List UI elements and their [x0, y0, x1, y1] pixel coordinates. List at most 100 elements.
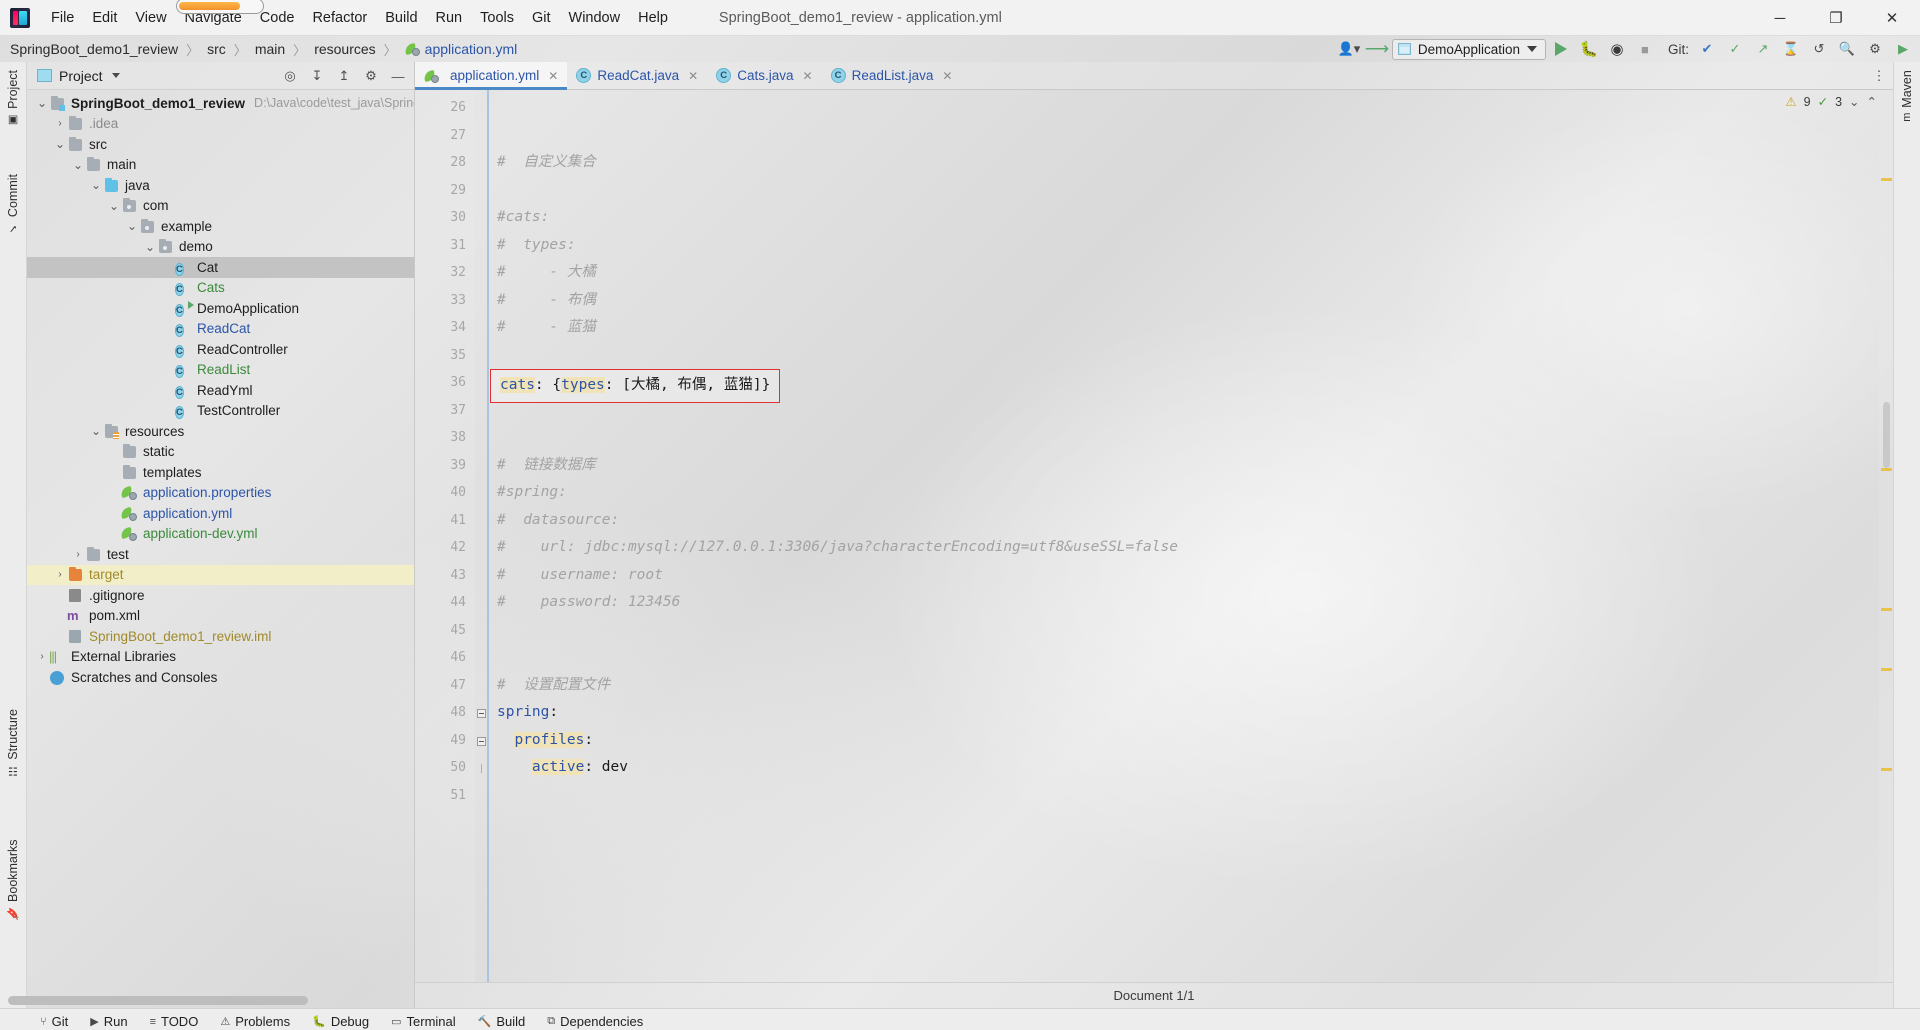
- tool-window-terminal[interactable]: ▭ Terminal: [381, 1012, 466, 1030]
- tool-strip-structure[interactable]: ☷ Structure: [6, 709, 20, 778]
- tree-node-java[interactable]: ⌄ java: [27, 175, 414, 196]
- tree-node-readyml[interactable]: C ReadYml: [27, 380, 414, 401]
- breadcrumb-item-resources[interactable]: resources: [314, 41, 375, 57]
- chevron-up-icon[interactable]: ⌃: [1867, 94, 1877, 109]
- menu-edit[interactable]: Edit: [83, 6, 126, 30]
- chevron-down-icon[interactable]: ⌄: [107, 200, 121, 212]
- menu-run[interactable]: Run: [427, 6, 472, 30]
- checkmark-icon[interactable]: ✓: [1722, 37, 1748, 61]
- tree-node-templates[interactable]: templates: [27, 462, 414, 483]
- close-tab-icon[interactable]: ✕: [803, 69, 813, 83]
- code-line[interactable]: [497, 94, 1893, 122]
- more-options-icon[interactable]: ⋮: [1867, 64, 1891, 88]
- history-icon[interactable]: ⌛: [1778, 37, 1804, 61]
- chevron-down-icon[interactable]: ⌄: [53, 138, 67, 150]
- menu-file[interactable]: File: [42, 6, 83, 30]
- chevron-right-icon[interactable]: ›: [53, 118, 67, 129]
- chevron-down-icon[interactable]: ⌄: [125, 220, 139, 232]
- tool-window-build[interactable]: 🔨 Build: [468, 1012, 536, 1030]
- tree-node-readlist[interactable]: C ReadList: [27, 360, 414, 381]
- breadcrumb-item-src[interactable]: src: [207, 41, 226, 57]
- code-line[interactable]: [497, 782, 1893, 810]
- code-line[interactable]: # - 大橘: [497, 259, 1893, 287]
- code-line[interactable]: # - 布偶: [497, 287, 1893, 315]
- tree-node-springboot-demo1-review-iml[interactable]: SpringBoot_demo1_review.iml: [27, 626, 414, 647]
- tree-node-demo[interactable]: ⌄ demo: [27, 237, 414, 258]
- menu-git[interactable]: Git: [523, 6, 560, 30]
- tree-node-pom-xml[interactable]: m pom.xml: [27, 606, 414, 627]
- chevron-down-icon[interactable]: ⌄: [143, 241, 157, 253]
- warning-marker[interactable]: [1881, 468, 1892, 471]
- tree-node-external-libraries[interactable]: › ||| External Libraries: [27, 647, 414, 668]
- code-line[interactable]: active: dev: [497, 754, 1893, 782]
- code-line[interactable]: [497, 424, 1893, 452]
- chevron-right-icon[interactable]: ›: [71, 549, 85, 560]
- code-line[interactable]: [497, 122, 1893, 150]
- project-tree[interactable]: ⌄ SpringBoot_demo1_review D:\Java\code\tes…: [27, 90, 414, 1008]
- tree-node-application-properties[interactable]: application.properties: [27, 483, 414, 504]
- tree-node-springboot-demo1-review[interactable]: ⌄ SpringBoot_demo1_review D:\Java\code\tes…: [27, 93, 414, 114]
- chevron-down-icon[interactable]: [111, 73, 120, 78]
- tree-node-gitignore[interactable]: .gitignore: [27, 585, 414, 606]
- code-line[interactable]: # url: jdbc:mysql://127.0.0.1:3306/java?…: [497, 534, 1893, 562]
- hide-panel-icon[interactable]: —: [386, 64, 410, 88]
- code-line[interactable]: # types:: [497, 232, 1893, 260]
- search-icon[interactable]: 🔍: [1834, 37, 1860, 61]
- editor-tab-application-yml[interactable]: application.yml ✕: [415, 62, 568, 90]
- fold-marker[interactable]: [475, 754, 487, 782]
- minimize-button[interactable]: ─: [1752, 0, 1808, 36]
- fold-marker[interactable]: [475, 727, 487, 755]
- inspection-widget[interactable]: ⚠ 9 ✓ 3 ⌄ ⌃: [1785, 94, 1877, 110]
- tree-node-target[interactable]: › target: [27, 564, 414, 585]
- run-icon[interactable]: [1548, 37, 1574, 61]
- code-line[interactable]: [497, 644, 1893, 672]
- run-with-coverage-icon[interactable]: ◉: [1604, 37, 1630, 61]
- code-line[interactable]: # datasource:: [497, 507, 1893, 535]
- code-line[interactable]: # username: root: [497, 562, 1893, 590]
- code-line[interactable]: # - 蓝猫: [497, 314, 1893, 342]
- tool-strip-bookmarks[interactable]: 🔖 Bookmarks: [6, 839, 20, 920]
- tree-node-application-dev-yml[interactable]: application-dev.yml: [27, 524, 414, 545]
- tree-node-cats[interactable]: C Cats: [27, 278, 414, 299]
- tool-window-todo[interactable]: ≡ TODO: [140, 1012, 209, 1030]
- tree-node-readcat[interactable]: C ReadCat: [27, 319, 414, 340]
- editor-tab-cats-java[interactable]: C Cats.java ✕: [707, 62, 821, 89]
- warning-marker[interactable]: [1881, 668, 1892, 671]
- tool-strip-maven[interactable]: m Maven: [1900, 70, 1914, 122]
- tree-node-example[interactable]: ⌄ example: [27, 216, 414, 237]
- editor-tab-readcat-java[interactable]: C ReadCat.java ✕: [567, 62, 707, 89]
- locate-file-icon[interactable]: ◎: [278, 64, 302, 88]
- chevron-down-icon[interactable]: ⌄: [71, 159, 85, 171]
- chevron-right-icon[interactable]: ›: [35, 651, 49, 662]
- code-line[interactable]: [497, 177, 1893, 205]
- close-tab-icon[interactable]: ✕: [688, 69, 698, 83]
- tool-window-git[interactable]: ⑂ Git: [30, 1012, 78, 1030]
- tool-window-run[interactable]: ▶ Run: [80, 1012, 137, 1030]
- tree-node-idea[interactable]: › .idea: [27, 114, 414, 135]
- scrollbar-thumb[interactable]: [1883, 402, 1890, 468]
- close-tab-icon[interactable]: ✕: [942, 69, 952, 83]
- code-line[interactable]: # password: 123456: [497, 589, 1893, 617]
- commit-icon[interactable]: ✔: [1694, 37, 1720, 61]
- menu-window[interactable]: Window: [560, 6, 630, 30]
- maximize-button[interactable]: ❐: [1808, 0, 1864, 36]
- update-project-icon[interactable]: ⟶: [1364, 37, 1390, 61]
- collapse-all-icon[interactable]: ↥: [332, 64, 356, 88]
- push-icon[interactable]: ↗: [1750, 37, 1776, 61]
- scrollbar-thumb[interactable]: [8, 996, 308, 1005]
- chevron-down-icon[interactable]: ⌄: [89, 425, 103, 437]
- ide-indicator-icon[interactable]: ▶: [1890, 37, 1916, 61]
- code-line[interactable]: # 自定义集合: [497, 149, 1893, 177]
- code-line[interactable]: # 设置配置文件: [497, 672, 1893, 700]
- editor-code-content[interactable]: # 自定义集合 #cats: # types: # - 大橘 # - 布偶 # - 蓝猫…: [487, 90, 1893, 982]
- tree-node-main[interactable]: ⌄ main: [27, 155, 414, 176]
- tree-node-demoapplication[interactable]: C DemoApplication: [27, 298, 414, 319]
- tree-node-readcontroller[interactable]: C ReadController: [27, 339, 414, 360]
- tree-node-scratches-and-consoles[interactable]: Scratches and Consoles: [27, 667, 414, 688]
- stop-icon[interactable]: ■: [1632, 37, 1658, 61]
- tool-strip-commit[interactable]: ✓ Commit: [6, 174, 20, 235]
- chevron-right-icon[interactable]: ›: [53, 569, 67, 580]
- editor-tab-readlist-java[interactable]: C ReadList.java ✕: [822, 62, 962, 89]
- code-line[interactable]: [497, 342, 1893, 370]
- chevron-down-icon[interactable]: ⌄: [35, 97, 49, 109]
